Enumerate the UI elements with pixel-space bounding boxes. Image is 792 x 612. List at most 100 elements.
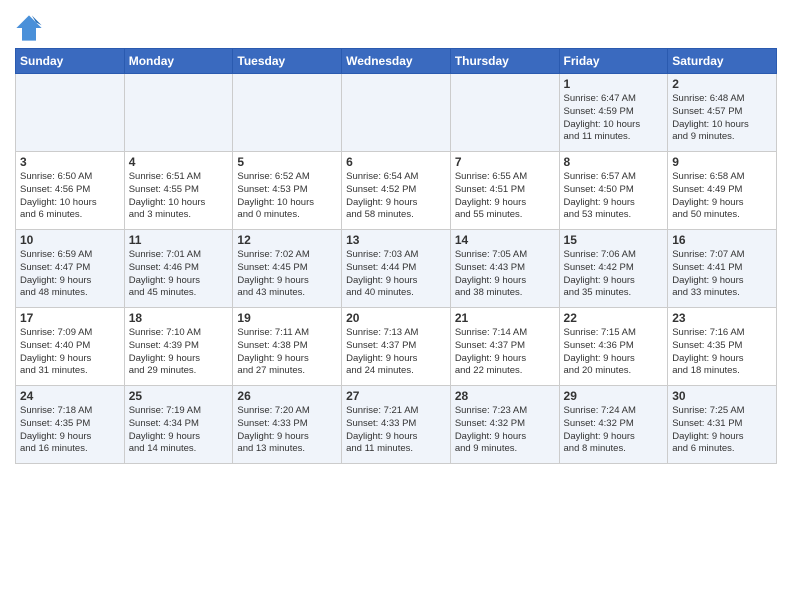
day-number: 14 [455, 233, 555, 247]
day-cell: 12 Sunrise: 7:02 AM Sunset: 4:45 PM Dayli… [233, 230, 342, 308]
day-cell: 14 Sunrise: 7:05 AM Sunset: 4:43 PM Dayli… [450, 230, 559, 308]
day-cell: 16Sunrise: 7:07 AM Sunset: 4:41 PM Dayli… [668, 230, 777, 308]
day-cell: 24 Sunrise: 7:18 AM Sunset: 4:35 PM Dayli… [16, 386, 125, 464]
day-number: 24 [20, 389, 120, 403]
day-cell [342, 74, 451, 152]
calendar-table: SundayMondayTuesdayWednesdayThursdayFrid… [15, 48, 777, 464]
day-info: Sunrise: 6:55 AM Sunset: 4:51 PM Dayligh… [455, 171, 555, 222]
day-info: Sunrise: 6:54 AM Sunset: 4:52 PM Dayligh… [346, 171, 446, 222]
day-cell: 19 Sunrise: 7:11 AM Sunset: 4:38 PM Dayli… [233, 308, 342, 386]
day-number: 25 [129, 389, 229, 403]
weekday-header-friday: Friday [559, 49, 668, 74]
day-number: 8 [564, 155, 664, 169]
day-cell: 8 Sunrise: 6:57 AM Sunset: 4:50 PM Daylig… [559, 152, 668, 230]
day-number: 11 [129, 233, 229, 247]
day-info: Sunrise: 7:16 AM Sunset: 4:35 PM Dayligh… [672, 327, 772, 378]
day-cell [124, 74, 233, 152]
day-info: Sunrise: 7:11 AM Sunset: 4:38 PM Dayligh… [237, 327, 337, 378]
day-info: Sunrise: 7:02 AM Sunset: 4:45 PM Dayligh… [237, 249, 337, 300]
day-number: 16 [672, 233, 772, 247]
page-container: SundayMondayTuesdayWednesdayThursdayFrid… [0, 0, 792, 474]
day-cell: 17 Sunrise: 7:09 AM Sunset: 4:40 PM Dayli… [16, 308, 125, 386]
day-info: Sunrise: 6:52 AM Sunset: 4:53 PM Dayligh… [237, 171, 337, 222]
day-cell [233, 74, 342, 152]
day-number: 30 [672, 389, 772, 403]
day-info: Sunrise: 7:18 AM Sunset: 4:35 PM Dayligh… [20, 405, 120, 456]
week-row-3: 10 Sunrise: 6:59 AM Sunset: 4:47 PM Dayli… [16, 230, 777, 308]
day-number: 22 [564, 311, 664, 325]
day-info: Sunrise: 6:57 AM Sunset: 4:50 PM Dayligh… [564, 171, 664, 222]
day-number: 27 [346, 389, 446, 403]
day-cell: 11 Sunrise: 7:01 AM Sunset: 4:46 PM Dayli… [124, 230, 233, 308]
day-info: Sunrise: 6:58 AM Sunset: 4:49 PM Dayligh… [672, 171, 772, 222]
weekday-header-monday: Monday [124, 49, 233, 74]
day-info: Sunrise: 6:59 AM Sunset: 4:47 PM Dayligh… [20, 249, 120, 300]
day-cell: 4 Sunrise: 6:51 AM Sunset: 4:55 PM Daylig… [124, 152, 233, 230]
week-row-1: 1 Sunrise: 6:47 AM Sunset: 4:59 PM Daylig… [16, 74, 777, 152]
day-number: 17 [20, 311, 120, 325]
day-info: Sunrise: 7:13 AM Sunset: 4:37 PM Dayligh… [346, 327, 446, 378]
day-number: 3 [20, 155, 120, 169]
day-info: Sunrise: 6:47 AM Sunset: 4:59 PM Dayligh… [564, 93, 664, 144]
week-row-2: 3 Sunrise: 6:50 AM Sunset: 4:56 PM Daylig… [16, 152, 777, 230]
day-number: 9 [672, 155, 772, 169]
day-cell: 29 Sunrise: 7:24 AM Sunset: 4:32 PM Dayli… [559, 386, 668, 464]
day-cell: 26Sunrise: 7:20 AM Sunset: 4:33 PM Dayli… [233, 386, 342, 464]
day-number: 4 [129, 155, 229, 169]
day-cell: 18 Sunrise: 7:10 AM Sunset: 4:39 PM Dayli… [124, 308, 233, 386]
day-info: Sunrise: 7:25 AM Sunset: 4:31 PM Dayligh… [672, 405, 772, 456]
day-number: 5 [237, 155, 337, 169]
header [15, 10, 777, 42]
day-number: 29 [564, 389, 664, 403]
day-cell: 28 Sunrise: 7:23 AM Sunset: 4:32 PM Dayli… [450, 386, 559, 464]
weekday-header-row: SundayMondayTuesdayWednesdayThursdayFrid… [16, 49, 777, 74]
day-number: 6 [346, 155, 446, 169]
day-info: Sunrise: 6:48 AM Sunset: 4:57 PM Dayligh… [672, 93, 772, 144]
day-info: Sunrise: 7:20 AM Sunset: 4:33 PM Dayligh… [237, 405, 337, 456]
day-info: Sunrise: 7:19 AM Sunset: 4:34 PM Dayligh… [129, 405, 229, 456]
day-number: 18 [129, 311, 229, 325]
weekday-header-wednesday: Wednesday [342, 49, 451, 74]
day-cell: 23 Sunrise: 7:16 AM Sunset: 4:35 PM Dayli… [668, 308, 777, 386]
day-info: Sunrise: 6:51 AM Sunset: 4:55 PM Dayligh… [129, 171, 229, 222]
day-info: Sunrise: 7:14 AM Sunset: 4:37 PM Dayligh… [455, 327, 555, 378]
day-cell: 30 Sunrise: 7:25 AM Sunset: 4:31 PM Dayli… [668, 386, 777, 464]
day-info: Sunrise: 7:24 AM Sunset: 4:32 PM Dayligh… [564, 405, 664, 456]
day-number: 1 [564, 77, 664, 91]
day-info: Sunrise: 7:05 AM Sunset: 4:43 PM Dayligh… [455, 249, 555, 300]
day-info: Sunrise: 7:10 AM Sunset: 4:39 PM Dayligh… [129, 327, 229, 378]
logo [15, 14, 47, 42]
day-info: Sunrise: 7:23 AM Sunset: 4:32 PM Dayligh… [455, 405, 555, 456]
day-number: 2 [672, 77, 772, 91]
day-number: 19 [237, 311, 337, 325]
day-cell: 15Sunrise: 7:06 AM Sunset: 4:42 PM Dayli… [559, 230, 668, 308]
day-info: Sunrise: 7:01 AM Sunset: 4:46 PM Dayligh… [129, 249, 229, 300]
day-info: Sunrise: 7:09 AM Sunset: 4:40 PM Dayligh… [20, 327, 120, 378]
day-cell [16, 74, 125, 152]
day-cell: 10 Sunrise: 6:59 AM Sunset: 4:47 PM Dayli… [16, 230, 125, 308]
weekday-header-sunday: Sunday [16, 49, 125, 74]
week-row-4: 17 Sunrise: 7:09 AM Sunset: 4:40 PM Dayli… [16, 308, 777, 386]
weekday-header-thursday: Thursday [450, 49, 559, 74]
day-cell: 9 Sunrise: 6:58 AM Sunset: 4:49 PM Daylig… [668, 152, 777, 230]
day-number: 28 [455, 389, 555, 403]
weekday-header-tuesday: Tuesday [233, 49, 342, 74]
day-info: Sunrise: 7:15 AM Sunset: 4:36 PM Dayligh… [564, 327, 664, 378]
day-number: 21 [455, 311, 555, 325]
day-info: Sunrise: 7:21 AM Sunset: 4:33 PM Dayligh… [346, 405, 446, 456]
day-cell: 27 Sunrise: 7:21 AM Sunset: 4:33 PM Dayli… [342, 386, 451, 464]
day-number: 13 [346, 233, 446, 247]
day-info: Sunrise: 6:50 AM Sunset: 4:56 PM Dayligh… [20, 171, 120, 222]
day-cell: 6 Sunrise: 6:54 AM Sunset: 4:52 PM Daylig… [342, 152, 451, 230]
day-cell: 5 Sunrise: 6:52 AM Sunset: 4:53 PM Daylig… [233, 152, 342, 230]
day-cell: 13Sunrise: 7:03 AM Sunset: 4:44 PM Dayli… [342, 230, 451, 308]
day-cell: 25 Sunrise: 7:19 AM Sunset: 4:34 PM Dayli… [124, 386, 233, 464]
day-info: Sunrise: 7:06 AM Sunset: 4:42 PM Dayligh… [564, 249, 664, 300]
day-cell: 1 Sunrise: 6:47 AM Sunset: 4:59 PM Daylig… [559, 74, 668, 152]
day-cell [450, 74, 559, 152]
day-number: 12 [237, 233, 337, 247]
day-number: 23 [672, 311, 772, 325]
day-cell: 20Sunrise: 7:13 AM Sunset: 4:37 PM Dayli… [342, 308, 451, 386]
day-number: 10 [20, 233, 120, 247]
week-row-5: 24 Sunrise: 7:18 AM Sunset: 4:35 PM Dayli… [16, 386, 777, 464]
